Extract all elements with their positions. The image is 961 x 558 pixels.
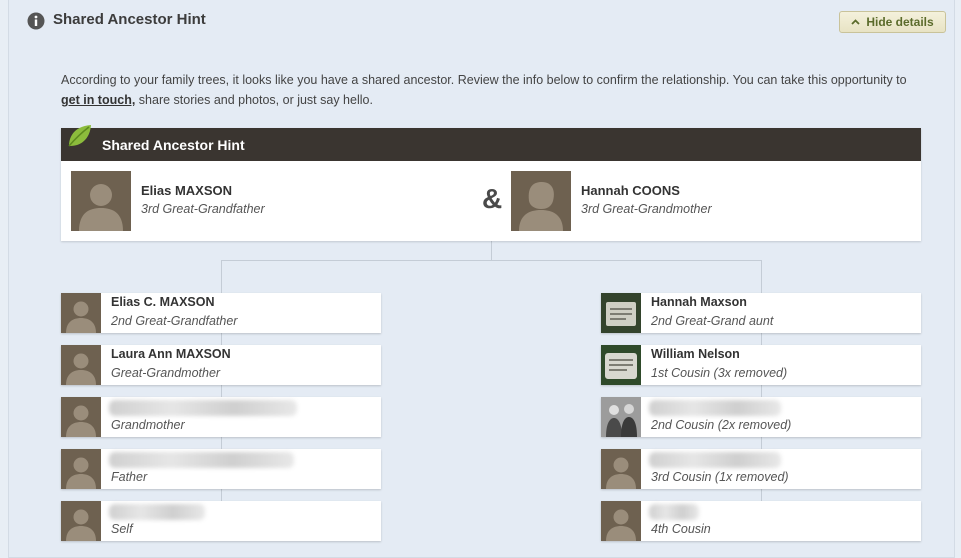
person-photo [601,501,641,541]
person-name[interactable]: William Nelson [651,347,740,361]
person-name[interactable]: Laura Ann MAXSON [111,347,231,361]
person-relation: 1st Cousin (3x removed) [651,366,788,380]
person-relation: 2nd Cousin (2x removed) [651,418,792,432]
gravestone-photo [601,345,641,385]
person-photo [61,397,101,437]
person-photo [61,449,101,489]
ancestor2-name[interactable]: Hannah COONS [581,183,680,198]
person-relation: Self [111,522,133,536]
person-name[interactable]: Hannah Maxson [651,295,747,309]
person-card[interactable]: Elias C. MAXSON 2nd Great-Grandfather [61,293,381,333]
ancestor2-photo[interactable] [511,171,571,231]
leaf-icon [68,125,91,147]
person-relation: 4th Cousin [651,522,711,536]
shared-ancestor-title: Shared Ancestor Hint [102,136,245,153]
person-relation: 2nd Great-Grandfather [111,314,238,328]
gravestone-icon [601,293,641,333]
person-photo [61,501,101,541]
person-card[interactable]: 3rd Cousin (1x removed) [601,449,921,489]
person-card[interactable]: Hannah Maxson 2nd Great-Grand aunt [601,293,921,333]
male-silhouette-icon [79,184,123,231]
male-silhouette-icon [66,353,96,385]
ancestor1-relation: 3rd Great-Grandfather [141,202,265,216]
person-name[interactable]: Elias C. MAXSON [111,295,215,309]
redacted-name [109,400,297,416]
ancestor1-name[interactable]: Elias MAXSON [141,183,232,198]
male-silhouette-icon [66,301,96,333]
shared-ancestor-header: Shared Ancestor Hint [61,125,921,161]
ancestor2-relation: 3rd Great-Grandmother [581,202,712,216]
couple-photo-icon [601,397,641,437]
female-silhouette-icon [519,182,563,231]
ancestor1-photo[interactable] [71,171,131,231]
person-relation: Grandmother [111,418,185,432]
male-silhouette-icon [606,457,636,489]
person-relation: 2nd Great-Grand aunt [651,314,774,328]
male-silhouette-icon [606,509,636,541]
gravestone-icon [601,345,641,385]
person-photo [61,345,101,385]
gravestone-photo [601,293,641,333]
male-silhouette-icon [66,405,96,437]
person-relation: 3rd Cousin (1x removed) [651,470,789,484]
redacted-name [649,452,781,468]
person-relation: Great-Grandmother [111,366,221,380]
redacted-name [109,504,205,520]
person-card[interactable]: Father [61,449,381,489]
redacted-name [649,504,699,520]
male-silhouette-icon [66,457,96,489]
person-card[interactable]: William Nelson 1st Cousin (3x removed) [601,345,921,385]
ampersand: & [482,183,503,214]
redacted-name [109,452,294,468]
person-photo [601,449,641,489]
couple-photo [601,397,641,437]
person-card[interactable]: Self [61,501,381,541]
male-silhouette-icon [66,509,96,541]
redacted-name [649,400,781,416]
person-card[interactable]: Laura Ann MAXSON Great-Grandmother [61,345,381,385]
person-relation: Father [111,470,148,484]
shared-ancestor-box: Shared Ancestor Hint Elias MAXSON 3rd Gr… [61,125,921,241]
person-photo [61,293,101,333]
person-card[interactable]: Grandmother [61,397,381,437]
person-card[interactable]: 4th Cousin [601,501,921,541]
person-card[interactable]: 2nd Cousin (2x removed) [601,397,921,437]
